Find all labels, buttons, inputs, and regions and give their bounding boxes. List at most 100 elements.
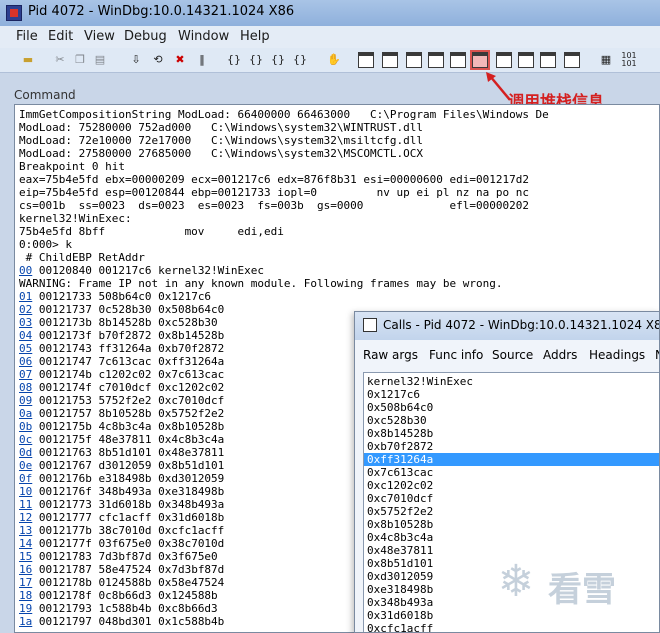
call-stack-item[interactable]: 0xb70f2872: [364, 440, 659, 453]
frame-number-link[interactable]: 04: [19, 329, 32, 342]
windbg-app-icon: [6, 5, 22, 21]
frame-number-link[interactable]: 10: [19, 485, 32, 498]
headings-button[interactable]: Headings: [589, 348, 645, 362]
menu-help[interactable]: Help: [240, 29, 270, 44]
source-button[interactable]: Source: [492, 348, 533, 362]
command-window-icon[interactable]: [358, 52, 374, 68]
menu-view[interactable]: View: [84, 29, 115, 44]
frame-text: 00121733 508b64c0 0x1217c6: [32, 290, 212, 303]
go-icon[interactable]: ⇩: [128, 52, 144, 68]
stack-frame-line: 07 0012174b c1202c02 0x7c613cac: [19, 368, 224, 381]
frame-number-link[interactable]: 0f: [19, 472, 32, 485]
call-stack-item[interactable]: 0xff31264a: [364, 453, 659, 466]
call-stack-item[interactable]: 0xc1202c02: [364, 479, 659, 492]
frame-number-link[interactable]: 11: [19, 498, 32, 511]
frame-text: 00121747 7c613cac 0xff31264a: [32, 355, 225, 368]
frame-number-link[interactable]: 16: [19, 563, 32, 576]
watermark-text: 看雪: [548, 570, 616, 610]
cut-icon[interactable]: ✂: [52, 52, 68, 68]
frame-number-link[interactable]: 0b: [19, 420, 32, 433]
source-mode-icon[interactable]: [564, 52, 580, 68]
frame-number-link[interactable]: 09: [19, 394, 32, 407]
frame-number-link[interactable]: 02: [19, 303, 32, 316]
frame-text: 0012178f 0c8b66d3 0x124588b: [32, 589, 218, 602]
frame-number-link[interactable]: 05: [19, 342, 32, 355]
frame-number-link[interactable]: 08: [19, 381, 32, 394]
command-output-line: 0:000> k: [19, 238, 72, 251]
paste-icon[interactable]: ▤: [92, 52, 108, 68]
command-output-line: ModLoad: 72e10000 72e17000 C:\Windows\sy…: [19, 134, 423, 147]
call-stack-item[interactable]: 0x8b14528b: [364, 427, 659, 440]
frame-number-link[interactable]: 12: [19, 511, 32, 524]
call-stack-item[interactable]: 0x8b10528b: [364, 518, 659, 531]
registers-window-icon[interactable]: [428, 52, 444, 68]
run-to-cursor-icon[interactable]: {}: [292, 52, 308, 68]
step-over-icon[interactable]: {}: [248, 52, 264, 68]
binary-display-icon[interactable]: 101 101: [618, 52, 640, 68]
open-icon[interactable]: ▬: [20, 52, 36, 68]
call-stack-item[interactable]: kernel32!WinExec: [364, 375, 659, 388]
frame-text: 0012173f b70f2872 0x8b14528b: [32, 329, 225, 342]
frame-text: 00121783 7d3bf87d 0x3f675e0: [32, 550, 218, 563]
raw-args-button[interactable]: Raw args: [363, 348, 418, 362]
frame-number-link[interactable]: 0d: [19, 446, 32, 459]
addrs-button[interactable]: Addrs: [543, 348, 577, 362]
call-stack-window-icon[interactable]: [470, 50, 490, 70]
snowflake-icon: ❄: [497, 556, 535, 607]
stack-frame-line: 1a 00121797 048bd301 0x1c588b4b: [19, 615, 224, 628]
watch-window-icon[interactable]: [382, 52, 398, 68]
call-stack-item[interactable]: 0x7c613cac: [364, 466, 659, 479]
frame-number-link[interactable]: 07: [19, 368, 32, 381]
more-button[interactable]: N: [655, 348, 659, 362]
font-icon[interactable]: ▦: [598, 52, 614, 68]
func-info-button[interactable]: Func info: [429, 348, 483, 362]
kanxue-watermark: ❄ 看雪: [488, 546, 658, 626]
step-out-icon[interactable]: {}: [270, 52, 286, 68]
command-output-line: Breakpoint 0 hit: [19, 160, 125, 173]
call-stack-item[interactable]: 0x4c8b3c4a: [364, 531, 659, 544]
call-stack-item[interactable]: 0xc7010dcf: [364, 492, 659, 505]
memory-window-icon[interactable]: [450, 52, 466, 68]
break-icon[interactable]: ‖: [194, 52, 210, 68]
call-stack-item[interactable]: 0x1217c6: [364, 388, 659, 401]
command-output-line: # ChildEBP RetAddr: [19, 251, 145, 264]
menu-debug[interactable]: Debug: [124, 29, 167, 44]
locals-window-icon[interactable]: [406, 52, 422, 68]
frame-number-link[interactable]: 15: [19, 550, 32, 563]
call-stack-item[interactable]: 0x508b64c0: [364, 401, 659, 414]
frame-number-link[interactable]: 13: [19, 524, 32, 537]
call-stack-item[interactable]: 0xc528b30: [364, 414, 659, 427]
processes-threads-icon[interactable]: [540, 52, 556, 68]
frame-number-link[interactable]: 1a: [19, 615, 32, 628]
stop-debugging-icon[interactable]: ✖: [172, 52, 188, 68]
calls-window-icon: [363, 318, 377, 332]
frame-number-link[interactable]: 01: [19, 290, 32, 303]
scratch-pad-icon[interactable]: [518, 52, 534, 68]
frame-number-link[interactable]: 03: [19, 316, 32, 329]
step-into-icon[interactable]: {}: [226, 52, 242, 68]
frame-text: 0012177f 03f675e0 0x38c7010d: [32, 537, 225, 550]
frame-number-link[interactable]: 0c: [19, 433, 32, 446]
hand-icon[interactable]: ✋: [326, 52, 342, 68]
command-output-line: ModLoad: 75280000 752ad000 C:\Windows\sy…: [19, 121, 423, 134]
frame-number-link[interactable]: 00: [19, 264, 32, 277]
frame-number-link[interactable]: 06: [19, 355, 32, 368]
frame-number-link[interactable]: 17: [19, 576, 32, 589]
menu-edit[interactable]: Edit: [48, 29, 73, 44]
frame-number-link[interactable]: 0a: [19, 407, 32, 420]
menu-window[interactable]: Window: [178, 29, 229, 44]
call-stack-item[interactable]: 0x5752f2e2: [364, 505, 659, 518]
calls-window-titlebar[interactable]: Calls - Pid 4072 - WinDbg:10.0.14321.102…: [355, 312, 659, 340]
frame-text: 0012175b 4c8b3c4a 0x8b10528b: [32, 420, 225, 433]
frame-number-link[interactable]: 18: [19, 589, 32, 602]
copy-icon[interactable]: ❐: [72, 52, 88, 68]
stack-frame-line: 18 0012178f 0c8b66d3 0x124588b: [19, 589, 218, 602]
menu-file[interactable]: File: [16, 29, 38, 44]
command-output-line: ImmGetCompositionString ModLoad: 6640000…: [19, 108, 549, 121]
stack-frame-line: 0c 0012175f 48e37811 0x4c8b3c4a: [19, 433, 224, 446]
disassembly-window-icon[interactable]: [496, 52, 512, 68]
frame-number-link[interactable]: 19: [19, 602, 32, 615]
restart-icon[interactable]: ⟲: [150, 52, 166, 68]
frame-number-link[interactable]: 14: [19, 537, 32, 550]
frame-number-link[interactable]: 0e: [19, 459, 32, 472]
